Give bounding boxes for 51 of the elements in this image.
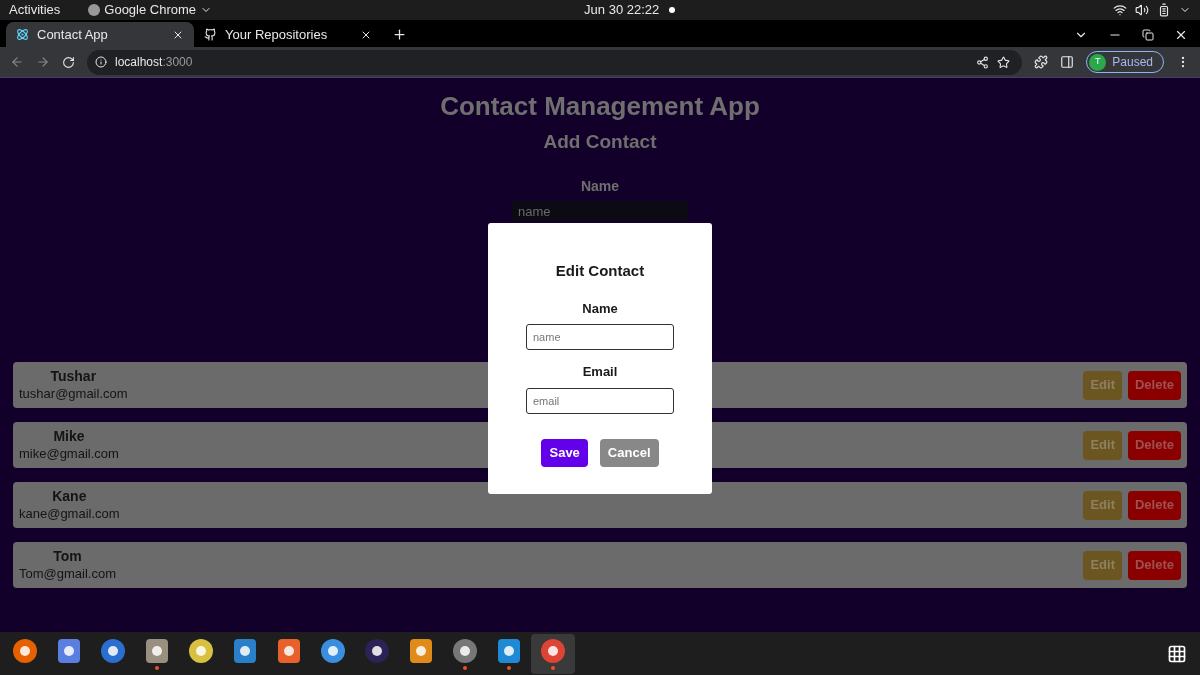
github-icon bbox=[204, 28, 217, 41]
side-panel-icon[interactable] bbox=[1060, 55, 1075, 69]
contact-name: Mike bbox=[53, 427, 85, 445]
save-button[interactable]: Save bbox=[541, 438, 588, 467]
name-field[interactable]: name bbox=[526, 324, 674, 350]
delete-button[interactable]: Delete bbox=[1127, 370, 1181, 400]
back-icon[interactable] bbox=[10, 55, 24, 69]
contact-name: Tushar bbox=[50, 367, 97, 385]
contact-email: kane@gmail.com bbox=[19, 505, 120, 523]
name-field[interactable]: name bbox=[512, 201, 688, 221]
delete-button[interactable]: Delete bbox=[1127, 430, 1181, 460]
form-title: Add Contact bbox=[543, 130, 657, 154]
new-tab-icon[interactable] bbox=[392, 27, 407, 42]
email-field[interactable]: email bbox=[526, 387, 674, 414]
close-icon[interactable] bbox=[1174, 28, 1188, 42]
page-title: Contact Management App bbox=[440, 91, 760, 121]
contact-name: Kane bbox=[52, 487, 87, 505]
volume-icon[interactable] bbox=[1135, 3, 1149, 17]
site-info-icon[interactable] bbox=[95, 56, 107, 68]
battery-icon[interactable] bbox=[1157, 3, 1171, 17]
field-label: Email bbox=[582, 363, 618, 381]
bookmark-icon[interactable] bbox=[997, 55, 1011, 69]
wifi-icon[interactable] bbox=[1113, 3, 1127, 17]
reload-icon[interactable] bbox=[62, 55, 75, 69]
restore-icon[interactable] bbox=[1142, 29, 1154, 41]
edit-button[interactable]: Edit bbox=[1083, 430, 1122, 460]
app-grid-icon[interactable] bbox=[1167, 643, 1187, 664]
field-label: Name bbox=[580, 177, 620, 196]
dock-item[interactable] bbox=[531, 633, 575, 674]
react-icon bbox=[16, 28, 29, 41]
delete-button[interactable]: Delete bbox=[1127, 490, 1181, 520]
edit-button[interactable]: Edit bbox=[1083, 490, 1122, 520]
activities-button[interactable]: Activities bbox=[9, 0, 61, 20]
edit-button[interactable]: Edit bbox=[1083, 370, 1122, 400]
forward-icon[interactable] bbox=[36, 55, 50, 69]
clock[interactable]: Jun 30 22:22 bbox=[584, 0, 660, 20]
field-label: Name bbox=[582, 299, 618, 318]
delete-button[interactable]: Delete bbox=[1127, 550, 1181, 580]
share-icon[interactable] bbox=[976, 55, 990, 69]
contact-email: tushar@gmail.com bbox=[19, 385, 128, 403]
browser-tab[interactable]: Contact App bbox=[6, 22, 194, 47]
dialog-title: Edit Contact bbox=[555, 261, 645, 281]
address-bar[interactable]: localhost:3000 bbox=[87, 49, 1023, 75]
contact-email: mike@gmail.com bbox=[19, 445, 119, 463]
contact-name: Tom bbox=[53, 547, 82, 565]
url-text: localhost:3000 bbox=[115, 54, 193, 71]
contact-email: Tom@gmail.com bbox=[19, 565, 116, 583]
extensions-icon[interactable] bbox=[1034, 55, 1049, 69]
app-menu[interactable]: Google Chrome bbox=[88, 0, 213, 20]
edit-button[interactable]: Edit bbox=[1083, 550, 1122, 580]
cancel-button[interactable]: Cancel bbox=[599, 438, 659, 467]
